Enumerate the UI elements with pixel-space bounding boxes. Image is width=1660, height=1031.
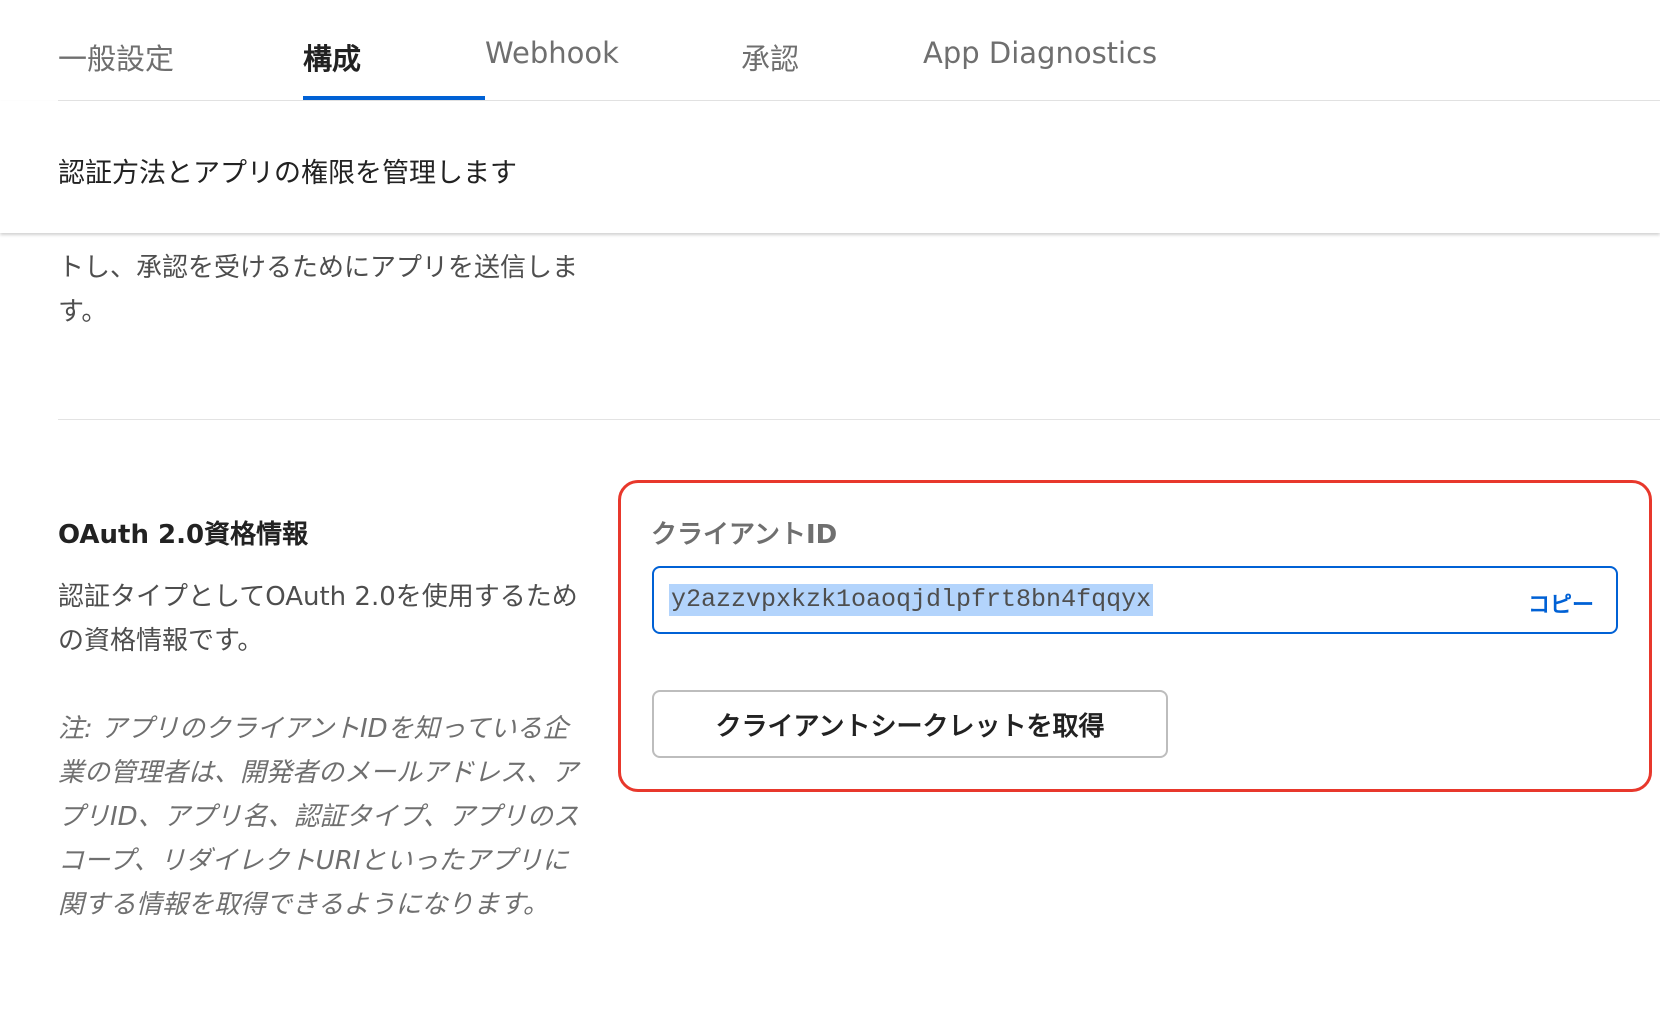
section-divider <box>58 419 1660 420</box>
oauth-section-title: OAuth 2.0資格情報 <box>58 520 309 550</box>
client-id-field[interactable]: y2azzvpxkzk1oaoqjdlpfrt8bn4fqqyx コピー <box>652 566 1618 634</box>
previous-section-text: トし、承認を受けるためにアプリを送信します。 <box>58 253 579 327</box>
oauth-section-note: 注: アプリのクライアントIDを知っている企業の管理者は、開発者のメールアドレス… <box>58 714 579 920</box>
tab-webhook[interactable]: Webhook <box>485 36 619 70</box>
active-tab-indicator <box>303 96 485 100</box>
tab-general-settings[interactable]: 一般設定 <box>58 36 174 78</box>
tab-approval[interactable]: 承認 <box>741 36 799 78</box>
tab-configuration[interactable]: 構成 <box>303 36 361 78</box>
client-id-label: クライアントID <box>651 520 838 550</box>
tab-app-diagnostics[interactable]: App Diagnostics <box>923 36 1157 70</box>
get-client-secret-button[interactable]: クライアントシークレットを取得 <box>652 690 1168 758</box>
tab-bar: 一般設定 構成 Webhook 承認 App Diagnostics <box>58 0 1660 101</box>
copy-button[interactable]: コピー <box>1528 587 1594 619</box>
client-id-value[interactable]: y2azzvpxkzk1oaoqjdlpfrt8bn4fqqyx <box>669 584 1154 616</box>
sticky-subheader: 認証方法とアプリの権限を管理します <box>0 101 1660 233</box>
oauth-section-description: 認証タイプとしてOAuth 2.0を使用するための資格情報です。 <box>58 582 578 656</box>
page-subtitle: 認証方法とアプリの権限を管理します <box>58 158 517 189</box>
